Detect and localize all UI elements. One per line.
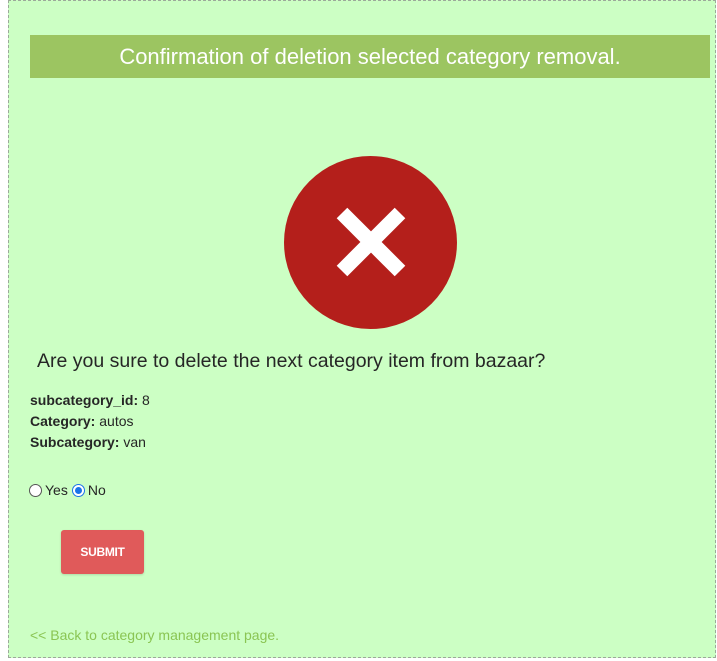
yes-radio[interactable] bbox=[29, 483, 42, 497]
back-to-category-management-link[interactable]: << Back to category management page. bbox=[30, 627, 279, 643]
confirmation-panel: Confirmation of deletion selected catego… bbox=[8, 0, 716, 658]
no-radio[interactable] bbox=[71, 483, 85, 497]
item-details: subcategory_id: 8 Category: autos Subcat… bbox=[30, 390, 150, 453]
detail-label: subcategory_id: bbox=[30, 392, 139, 408]
yes-radio-label[interactable]: Yes bbox=[45, 482, 68, 498]
page-title: Confirmation of deletion selected catego… bbox=[30, 35, 710, 78]
confirmation-question: Are you sure to delete the next category… bbox=[37, 350, 546, 372]
submit-button[interactable]: SUBMIT bbox=[61, 530, 144, 574]
confirm-radio-group: Yes No bbox=[29, 482, 110, 498]
detail-value: van bbox=[123, 434, 146, 450]
error-x-icon bbox=[284, 156, 457, 329]
detail-value: 8 bbox=[142, 392, 150, 408]
detail-row-category: Category: autos bbox=[30, 411, 150, 432]
detail-row-subcategory-id: subcategory_id: 8 bbox=[30, 390, 150, 411]
detail-row-subcategory: Subcategory: van bbox=[30, 432, 150, 453]
detail-label: Category: bbox=[30, 413, 96, 429]
x-mark-icon bbox=[336, 207, 406, 277]
no-radio-label[interactable]: No bbox=[88, 482, 106, 498]
detail-label: Subcategory: bbox=[30, 434, 120, 450]
detail-value: autos bbox=[99, 413, 134, 429]
